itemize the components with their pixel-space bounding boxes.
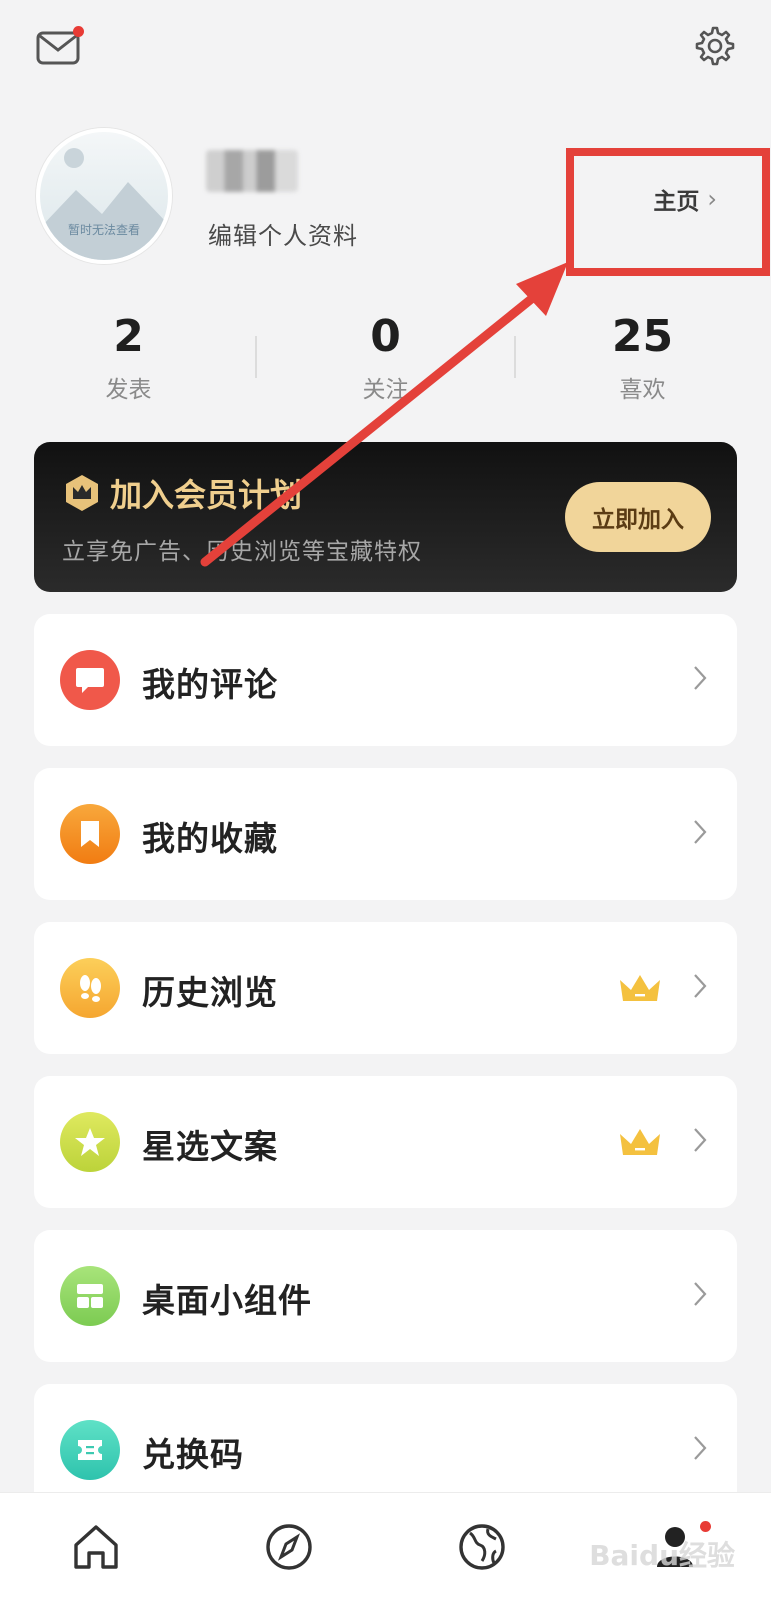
stat-value: 2	[113, 311, 144, 362]
menu-item-label: 我的评论	[142, 665, 278, 704]
username-blurred	[206, 150, 298, 192]
chevron-right-icon	[694, 1128, 707, 1152]
bookmark-icon	[60, 804, 120, 864]
stat-label: 喜欢	[619, 377, 666, 403]
stat-value: 25	[611, 311, 674, 362]
stat-following[interactable]: 0 关注	[257, 312, 514, 404]
stat-divider	[255, 336, 257, 378]
chevron-right-icon	[694, 1436, 707, 1460]
stat-label: 发表	[105, 377, 152, 403]
ticket-icon	[60, 1420, 120, 1480]
chevron-right-icon	[694, 666, 707, 690]
menu-item-comments[interactable]: 我的评论	[34, 614, 737, 746]
vip-crown-badge-icon	[66, 475, 98, 511]
menu-item-favorites[interactable]: 我的收藏	[34, 768, 737, 900]
avatar[interactable]: 暂时无法查看	[36, 128, 172, 264]
menu-item-widgets[interactable]: 桌面小组件	[34, 1230, 737, 1362]
vip-banner[interactable]: 加入会员计划 立享免广告、历史浏览等宝藏特权 立即加入	[34, 442, 737, 592]
edit-profile-link[interactable]: 编辑个人资料	[208, 216, 358, 251]
avatar-caption: 暂时无法查看	[67, 223, 140, 237]
menu-item-featured-copy[interactable]: 星选文案	[34, 1076, 737, 1208]
vip-title-text: 加入会员计划	[110, 476, 303, 514]
stat-value: 0	[370, 311, 401, 362]
globe-icon	[459, 1523, 505, 1570]
gear-icon[interactable]	[691, 24, 735, 68]
menu-item-label: 我的收藏	[142, 819, 278, 858]
home-icon	[74, 1524, 119, 1569]
menu-item-label: 历史浏览	[142, 973, 278, 1012]
nav-home[interactable]	[0, 1493, 193, 1600]
watermark: Baidu经验	[589, 1539, 735, 1572]
notification-dot	[700, 1521, 711, 1532]
vip-subtitle: 立享免广告、历史浏览等宝藏特权	[62, 539, 422, 565]
crown-icon	[620, 975, 660, 1001]
nav-discover[interactable]	[193, 1493, 386, 1600]
star-icon	[60, 1112, 120, 1172]
chevron-right-icon	[694, 1282, 707, 1306]
stat-label: 关注	[362, 377, 409, 403]
nav-explore[interactable]	[386, 1493, 579, 1600]
footprint-icon	[60, 958, 120, 1018]
notification-dot	[73, 26, 84, 37]
profile-stats: 2 发表 0 关注 25 喜欢	[0, 312, 771, 404]
mail-icon[interactable]	[36, 26, 84, 66]
stat-divider	[514, 336, 516, 378]
compass-icon	[266, 1523, 312, 1570]
stat-likes[interactable]: 25 喜欢	[514, 312, 771, 404]
chevron-right-icon	[694, 974, 707, 998]
widget-icon	[60, 1266, 120, 1326]
crown-icon	[620, 1129, 660, 1155]
annotation-highlight-box	[566, 148, 770, 276]
menu-item-label: 桌面小组件	[142, 1281, 312, 1320]
menu-item-history[interactable]: 历史浏览	[34, 922, 737, 1054]
stat-posts[interactable]: 2 发表	[0, 312, 257, 404]
menu-item-label: 星选文案	[142, 1127, 278, 1166]
chevron-right-icon	[694, 820, 707, 844]
menu-item-label: 兑换码	[142, 1435, 244, 1474]
join-vip-button[interactable]: 立即加入	[565, 482, 711, 552]
vip-title: 加入会员计划	[62, 470, 302, 516]
comment-icon	[60, 650, 120, 710]
